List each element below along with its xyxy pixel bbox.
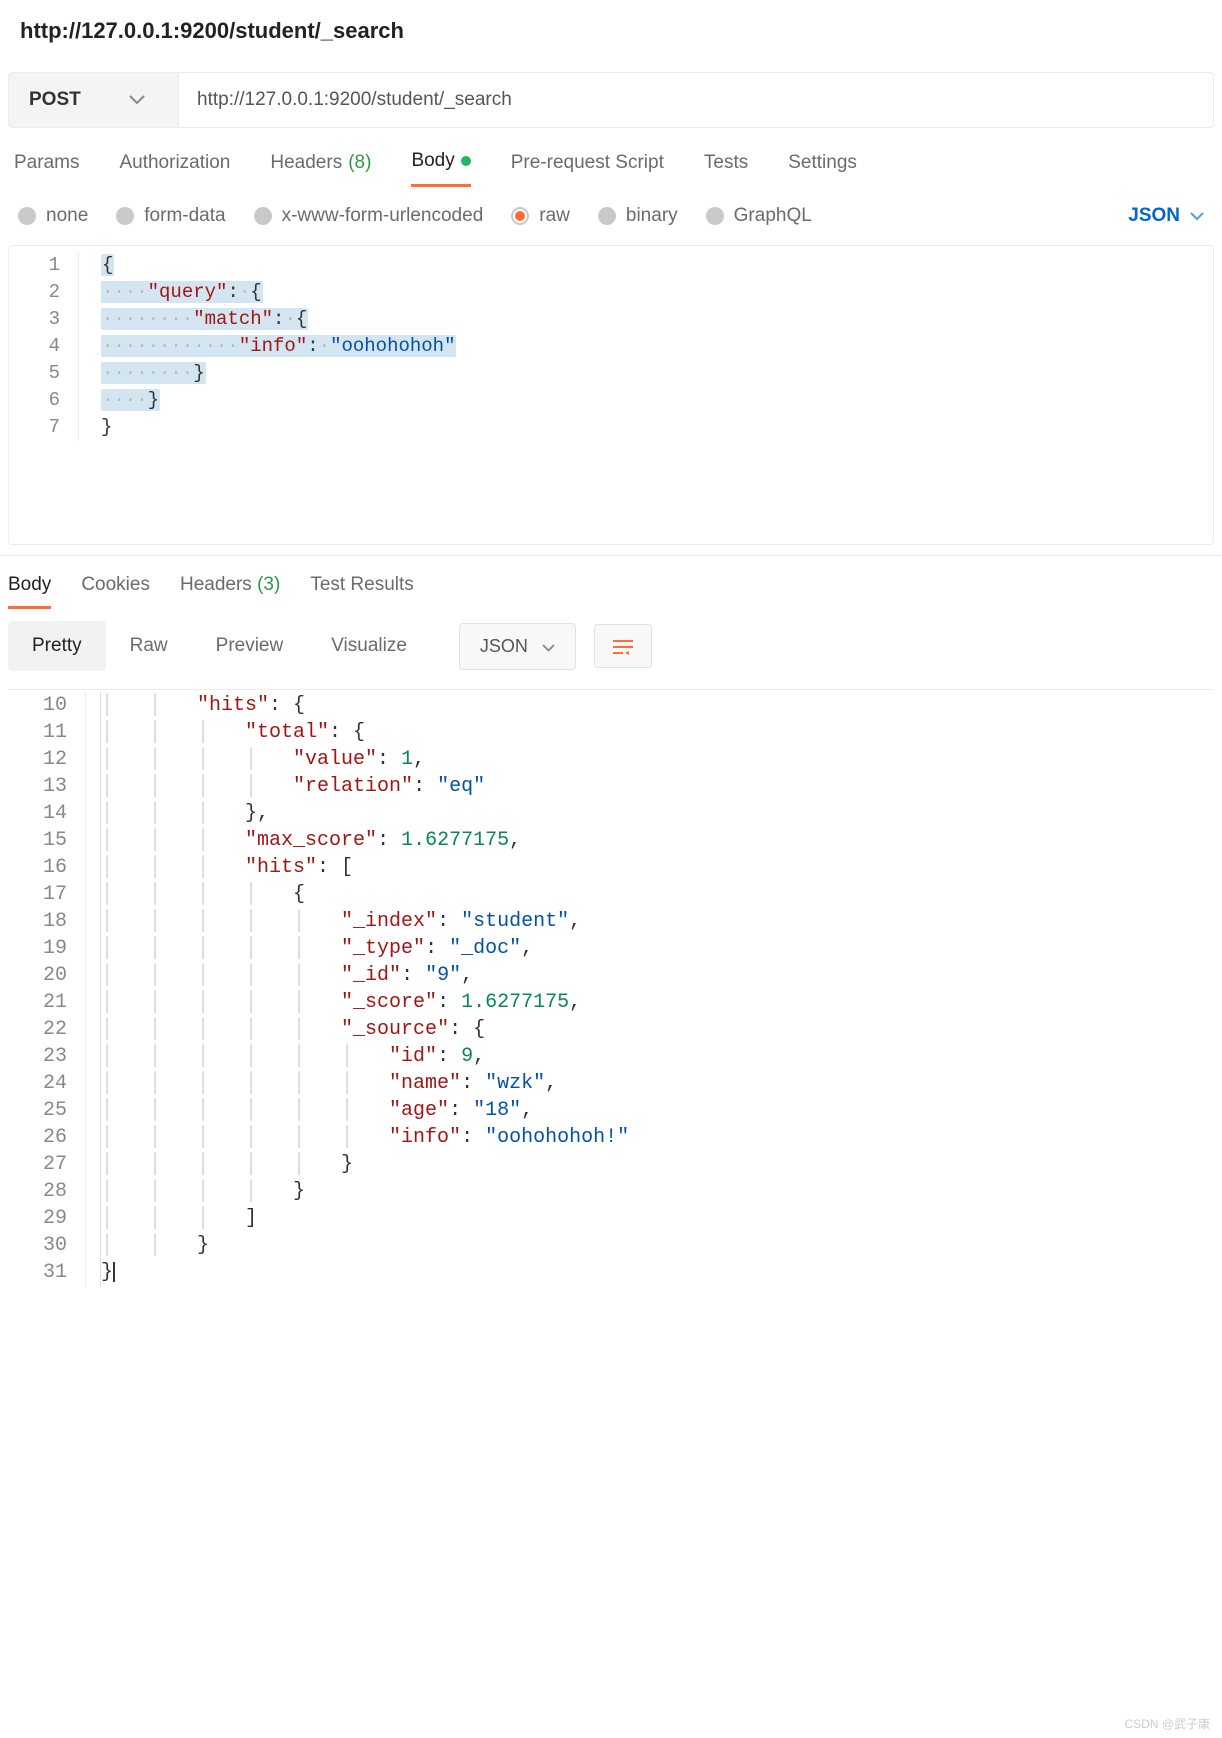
tab-params[interactable]: Params	[14, 150, 79, 187]
response-line: 23│ │ │ │ │ │ "id": 9,	[8, 1043, 1214, 1070]
response-tabs: Body Cookies Headers (3) Test Results	[0, 556, 1222, 609]
radio-form-data[interactable]: form-data	[116, 205, 225, 227]
http-method-select[interactable]: POST	[9, 73, 179, 127]
tab-headers[interactable]: Headers (8)	[270, 150, 371, 187]
body-indicator-icon	[461, 156, 471, 166]
format-pretty[interactable]: Pretty	[8, 621, 106, 671]
tab-prerequest[interactable]: Pre-request Script	[511, 150, 664, 187]
chevron-down-icon	[542, 636, 555, 657]
response-tab-cookies[interactable]: Cookies	[81, 574, 150, 609]
response-body-editor[interactable]: 10│ │ "hits": {11│ │ │ "total": {12│ │ │…	[8, 689, 1214, 1288]
response-line: 16│ │ │ "hits": [	[8, 854, 1214, 881]
tab-tests[interactable]: Tests	[704, 150, 748, 187]
response-line: 20│ │ │ │ │ "_id": "9",	[8, 962, 1214, 989]
request-body-editor[interactable]: 1{ 2····"query":·{ 3········"match":·{ 4…	[8, 245, 1214, 545]
response-line: 26│ │ │ │ │ │ "info": "oohohohoh!"	[8, 1124, 1214, 1151]
response-line: 12│ │ │ │ "value": 1,	[8, 746, 1214, 773]
response-tab-headers[interactable]: Headers (3)	[180, 574, 280, 609]
method-url-bar: POST http://127.0.0.1:9200/student/_sear…	[8, 72, 1214, 128]
chevron-down-icon	[129, 89, 145, 111]
response-line: 22│ │ │ │ │ "_source": {	[8, 1016, 1214, 1043]
radio-binary[interactable]: binary	[598, 205, 678, 227]
radio-x-www-form[interactable]: x-www-form-urlencoded	[254, 205, 484, 227]
chevron-down-icon	[1190, 205, 1204, 227]
format-preview[interactable]: Preview	[192, 621, 308, 671]
response-line: 24│ │ │ │ │ │ "name": "wzk",	[8, 1070, 1214, 1097]
tab-body[interactable]: Body	[411, 150, 470, 187]
request-tabs: Params Authorization Headers (8) Body Pr…	[0, 128, 1222, 187]
format-raw[interactable]: Raw	[106, 621, 192, 671]
response-line: 28│ │ │ │ }	[8, 1178, 1214, 1205]
response-line: 27│ │ │ │ │ }	[8, 1151, 1214, 1178]
method-label: POST	[29, 89, 81, 111]
response-line: 29│ │ │ ]	[8, 1205, 1214, 1232]
radio-raw[interactable]: raw	[511, 205, 570, 227]
response-line: 19│ │ │ │ │ "_type": "_doc",	[8, 935, 1214, 962]
response-line: 13│ │ │ │ "relation": "eq"	[8, 773, 1214, 800]
request-title: http://127.0.0.1:9200/student/_search	[0, 0, 1222, 72]
body-type-row: none form-data x-www-form-urlencoded raw…	[0, 187, 1222, 245]
radio-none[interactable]: none	[18, 205, 88, 227]
format-visualize[interactable]: Visualize	[307, 621, 431, 671]
tab-authorization[interactable]: Authorization	[119, 150, 230, 187]
tab-settings[interactable]: Settings	[788, 150, 857, 187]
radio-graphql[interactable]: GraphQL	[706, 205, 812, 227]
wrap-lines-button[interactable]	[594, 624, 652, 668]
line-wrap-icon	[611, 637, 635, 655]
response-line: 30│ │ }	[8, 1232, 1214, 1259]
response-line: 15│ │ │ "max_score": 1.6277175,	[8, 827, 1214, 854]
response-language-select[interactable]: JSON	[459, 623, 576, 670]
response-line: 17│ │ │ │ {	[8, 881, 1214, 908]
raw-language-select[interactable]: JSON	[1128, 205, 1204, 227]
watermark: CSDN @武子康	[1124, 1715, 1210, 1732]
url-input[interactable]: http://127.0.0.1:9200/student/_search	[179, 73, 1213, 127]
response-line: 14│ │ │ },	[8, 800, 1214, 827]
response-line: 21│ │ │ │ │ "_score": 1.6277175,	[8, 989, 1214, 1016]
response-line: 25│ │ │ │ │ │ "age": "18",	[8, 1097, 1214, 1124]
response-tab-body[interactable]: Body	[8, 574, 51, 609]
response-tab-test-results[interactable]: Test Results	[310, 574, 413, 609]
response-line: 11│ │ │ "total": {	[8, 719, 1214, 746]
response-line: 31}	[8, 1259, 1214, 1286]
response-line: 18│ │ │ │ │ "_index": "student",	[8, 908, 1214, 935]
response-line: 10│ │ "hits": {	[8, 692, 1214, 719]
format-row: Pretty Raw Preview Visualize JSON	[0, 609, 1222, 683]
